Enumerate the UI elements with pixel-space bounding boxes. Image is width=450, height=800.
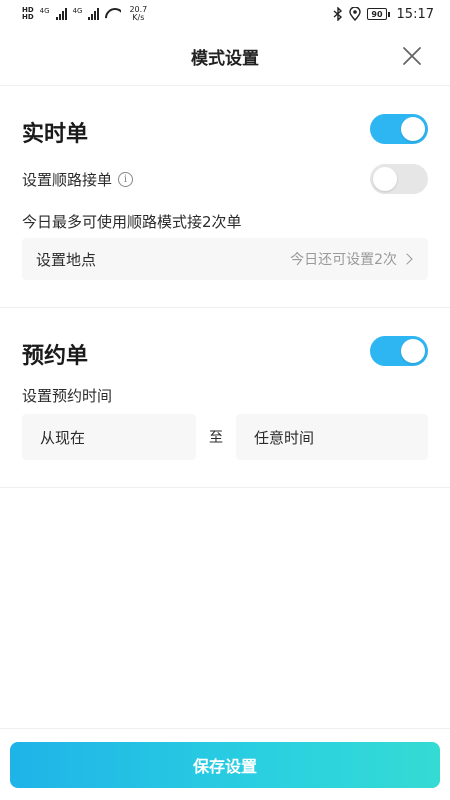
- bluetooth-icon: [333, 7, 343, 21]
- time-separator: 至: [209, 430, 223, 446]
- realtime-section-title: 实时单: [22, 122, 89, 147]
- sim-labels: HD HD: [22, 7, 34, 21]
- network-speed: 20.7 K/s: [129, 6, 147, 22]
- battery-icon: 90: [367, 8, 390, 20]
- battery-level: 90: [371, 9, 383, 19]
- time-from-field[interactable]: 从现在: [22, 414, 196, 460]
- info-icon[interactable]: i: [118, 172, 134, 187]
- quota-text: 今日最多可使用顺路模式接2次单: [22, 213, 242, 231]
- page-title: 模式设置: [191, 49, 259, 69]
- sim2-label: HD: [22, 13, 34, 21]
- close-button[interactable]: [400, 44, 424, 68]
- set-location-row[interactable]: 设置地点 今日还可设置2次: [22, 238, 428, 280]
- status-bar-right: 90 15:17: [333, 7, 434, 22]
- signal2-icon: [88, 8, 100, 20]
- realtime-order-toggle[interactable]: [370, 114, 428, 144]
- network2-label: 4G: [72, 7, 83, 15]
- reservation-order-section: 预约单 设置预约时间 从现在 至 任意时间: [0, 308, 450, 488]
- status-bar: HD HD 4G 4G 20.7 K/s 90 15:17: [0, 0, 450, 28]
- toggle-knob: [401, 339, 425, 363]
- reservation-section-title: 预约单: [22, 344, 89, 369]
- location-hint: 今日还可设置2次: [290, 249, 414, 269]
- network-speed-unit: K/s: [132, 13, 145, 22]
- clock: 15:17: [396, 6, 434, 22]
- location-icon: [349, 7, 362, 21]
- shunlu-toggle[interactable]: [370, 164, 428, 194]
- toggle-knob: [401, 117, 425, 141]
- time-to-field[interactable]: 任意时间: [236, 414, 428, 460]
- status-bar-left: HD HD 4G 4G 20.7 K/s: [22, 6, 147, 22]
- realtime-order-section: 实时单 设置顺路接单 i 今日最多可使用顺路模式接2次单 设置地点 今日还可设置…: [0, 86, 450, 308]
- close-icon: [403, 47, 421, 65]
- shunlu-row: 设置顺路接单 i: [22, 169, 134, 190]
- toggle-knob: [373, 167, 397, 191]
- page-header: 模式设置: [0, 28, 450, 86]
- shunlu-label: 设置顺路接单: [22, 171, 113, 189]
- signal1-icon: [55, 8, 67, 20]
- time-from-value: 从现在: [40, 428, 86, 447]
- footer-divider: [0, 728, 450, 729]
- time-to-value: 任意时间: [254, 428, 315, 447]
- reservation-time-label: 设置预约时间: [22, 387, 113, 405]
- wifi-icon: [105, 8, 121, 20]
- reservation-order-toggle[interactable]: [370, 336, 428, 366]
- chevron-right-icon: [401, 253, 413, 265]
- save-settings-button[interactable]: 保存设置: [10, 742, 440, 788]
- network1-label: 4G: [39, 7, 50, 15]
- set-location-label: 设置地点: [36, 250, 97, 269]
- location-hint-text: 今日还可设置2次: [290, 252, 397, 268]
